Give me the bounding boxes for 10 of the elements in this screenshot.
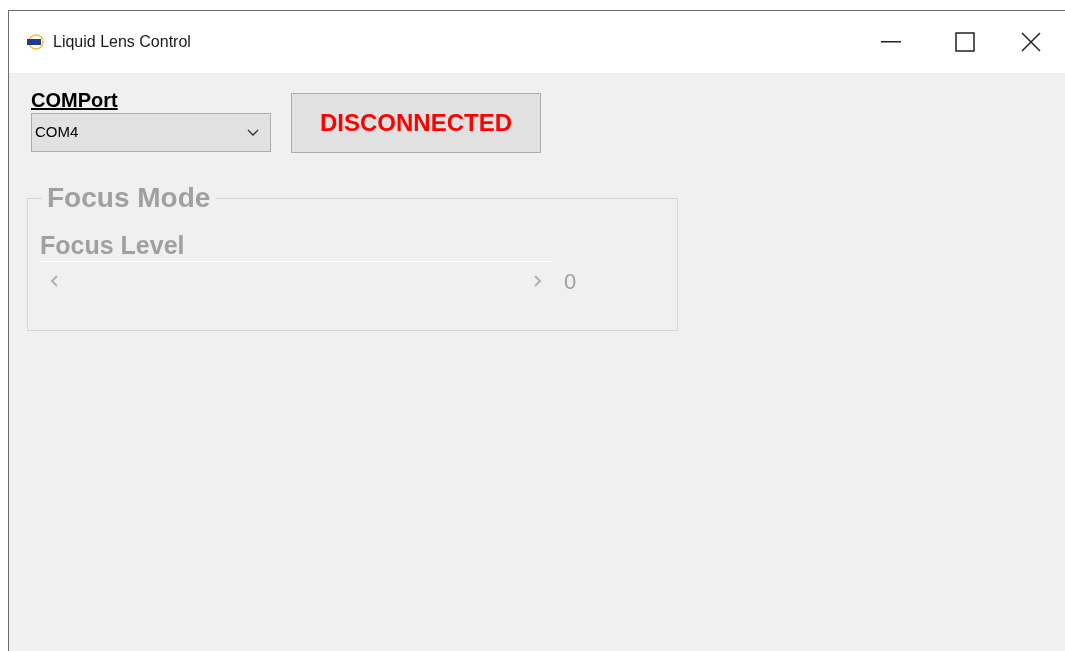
com-port-label: COMPort bbox=[31, 89, 118, 111]
close-icon bbox=[1021, 32, 1041, 52]
chevron-down-icon bbox=[247, 129, 259, 136]
com-port-dropdown[interactable]: COM4 bbox=[31, 113, 271, 152]
maximize-icon bbox=[955, 32, 975, 52]
app-logo-icon bbox=[25, 34, 47, 50]
focus-level-label: Focus Level bbox=[40, 230, 186, 261]
window-title: Liquid Lens Control bbox=[53, 32, 191, 52]
focus-level-reading: 0 bbox=[564, 268, 577, 296]
minimize-icon bbox=[881, 41, 901, 43]
